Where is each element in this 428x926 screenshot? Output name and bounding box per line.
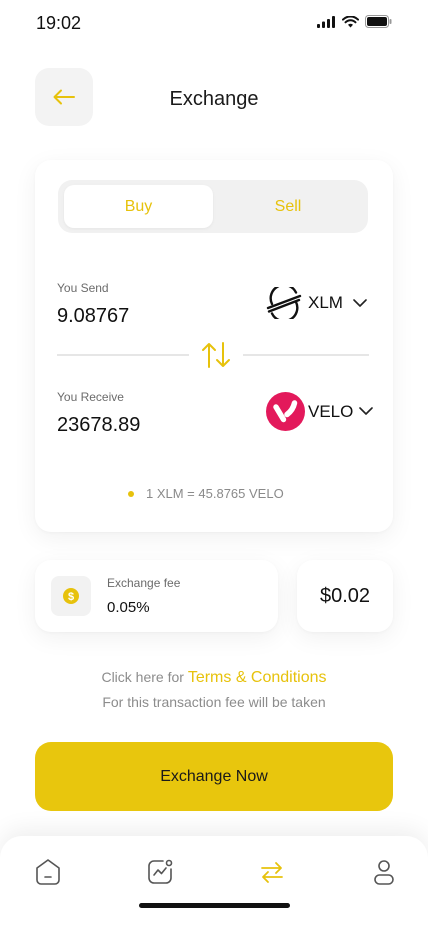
tab-sell[interactable]: Sell: [213, 185, 363, 228]
page-title: Exchange: [169, 88, 259, 110]
status-time: 19:02: [36, 13, 82, 33]
rate-dot: [128, 491, 134, 497]
profile-icon: [374, 860, 394, 885]
send-amount-input[interactable]: 9.08767: [57, 305, 129, 328]
svg-text:$: $: [68, 591, 74, 603]
home-indicator: [139, 903, 290, 908]
wifi-icon: [342, 15, 359, 27]
chevron-down-icon: [359, 407, 374, 415]
nav-home[interactable]: [32, 856, 64, 888]
dollar-coin-icon: $: [63, 588, 79, 604]
home-icon: [36, 859, 60, 885]
terms-prefix: Click here for: [101, 669, 184, 685]
chevron-down-icon: [353, 298, 367, 307]
swap-button[interactable]: [199, 340, 233, 370]
exchange-icon: [261, 862, 283, 883]
fee-label: Exchange fee: [107, 576, 181, 590]
divider-right: [243, 354, 369, 356]
receive-amount: 23678.89: [57, 414, 141, 436]
tab-buy[interactable]: Buy: [64, 185, 213, 228]
nav-chart[interactable]: [144, 856, 176, 888]
chart-icon: [148, 859, 173, 884]
exchange-now-button[interactable]: Exchange Now: [35, 742, 393, 811]
divider-left: [57, 354, 189, 356]
nav-profile[interactable]: [368, 856, 400, 888]
exchange-rate: 1 XLM = 45.8765 VELO: [146, 486, 284, 501]
receive-label: You Receive: [57, 390, 124, 404]
signal-icon: [317, 15, 335, 28]
battery-icon: [365, 15, 392, 28]
fee-value: 0.05%: [107, 599, 150, 616]
stellar-icon: [266, 287, 302, 319]
swap-arrows-icon: [202, 342, 230, 368]
nav-exchange[interactable]: [256, 856, 288, 888]
bottom-nav: [0, 836, 428, 926]
send-coin-selector[interactable]: XLM: [266, 287, 367, 319]
fee-icon-box: $: [51, 576, 91, 616]
receive-coin-selector[interactable]: VELO: [266, 392, 374, 431]
send-label: You Send: [57, 281, 109, 295]
terms-link[interactable]: Terms & Conditions: [188, 669, 327, 686]
terms-line: Click here for Terms & Conditions: [0, 669, 428, 687]
send-coin-name: XLM: [308, 293, 343, 312]
fee-amount: $0.02: [297, 560, 393, 632]
status-icons: [317, 15, 392, 28]
velo-icon: [266, 392, 305, 431]
terms-note: For this transaction fee will be taken: [102, 694, 326, 710]
receive-coin-name: VELO: [308, 401, 354, 421]
